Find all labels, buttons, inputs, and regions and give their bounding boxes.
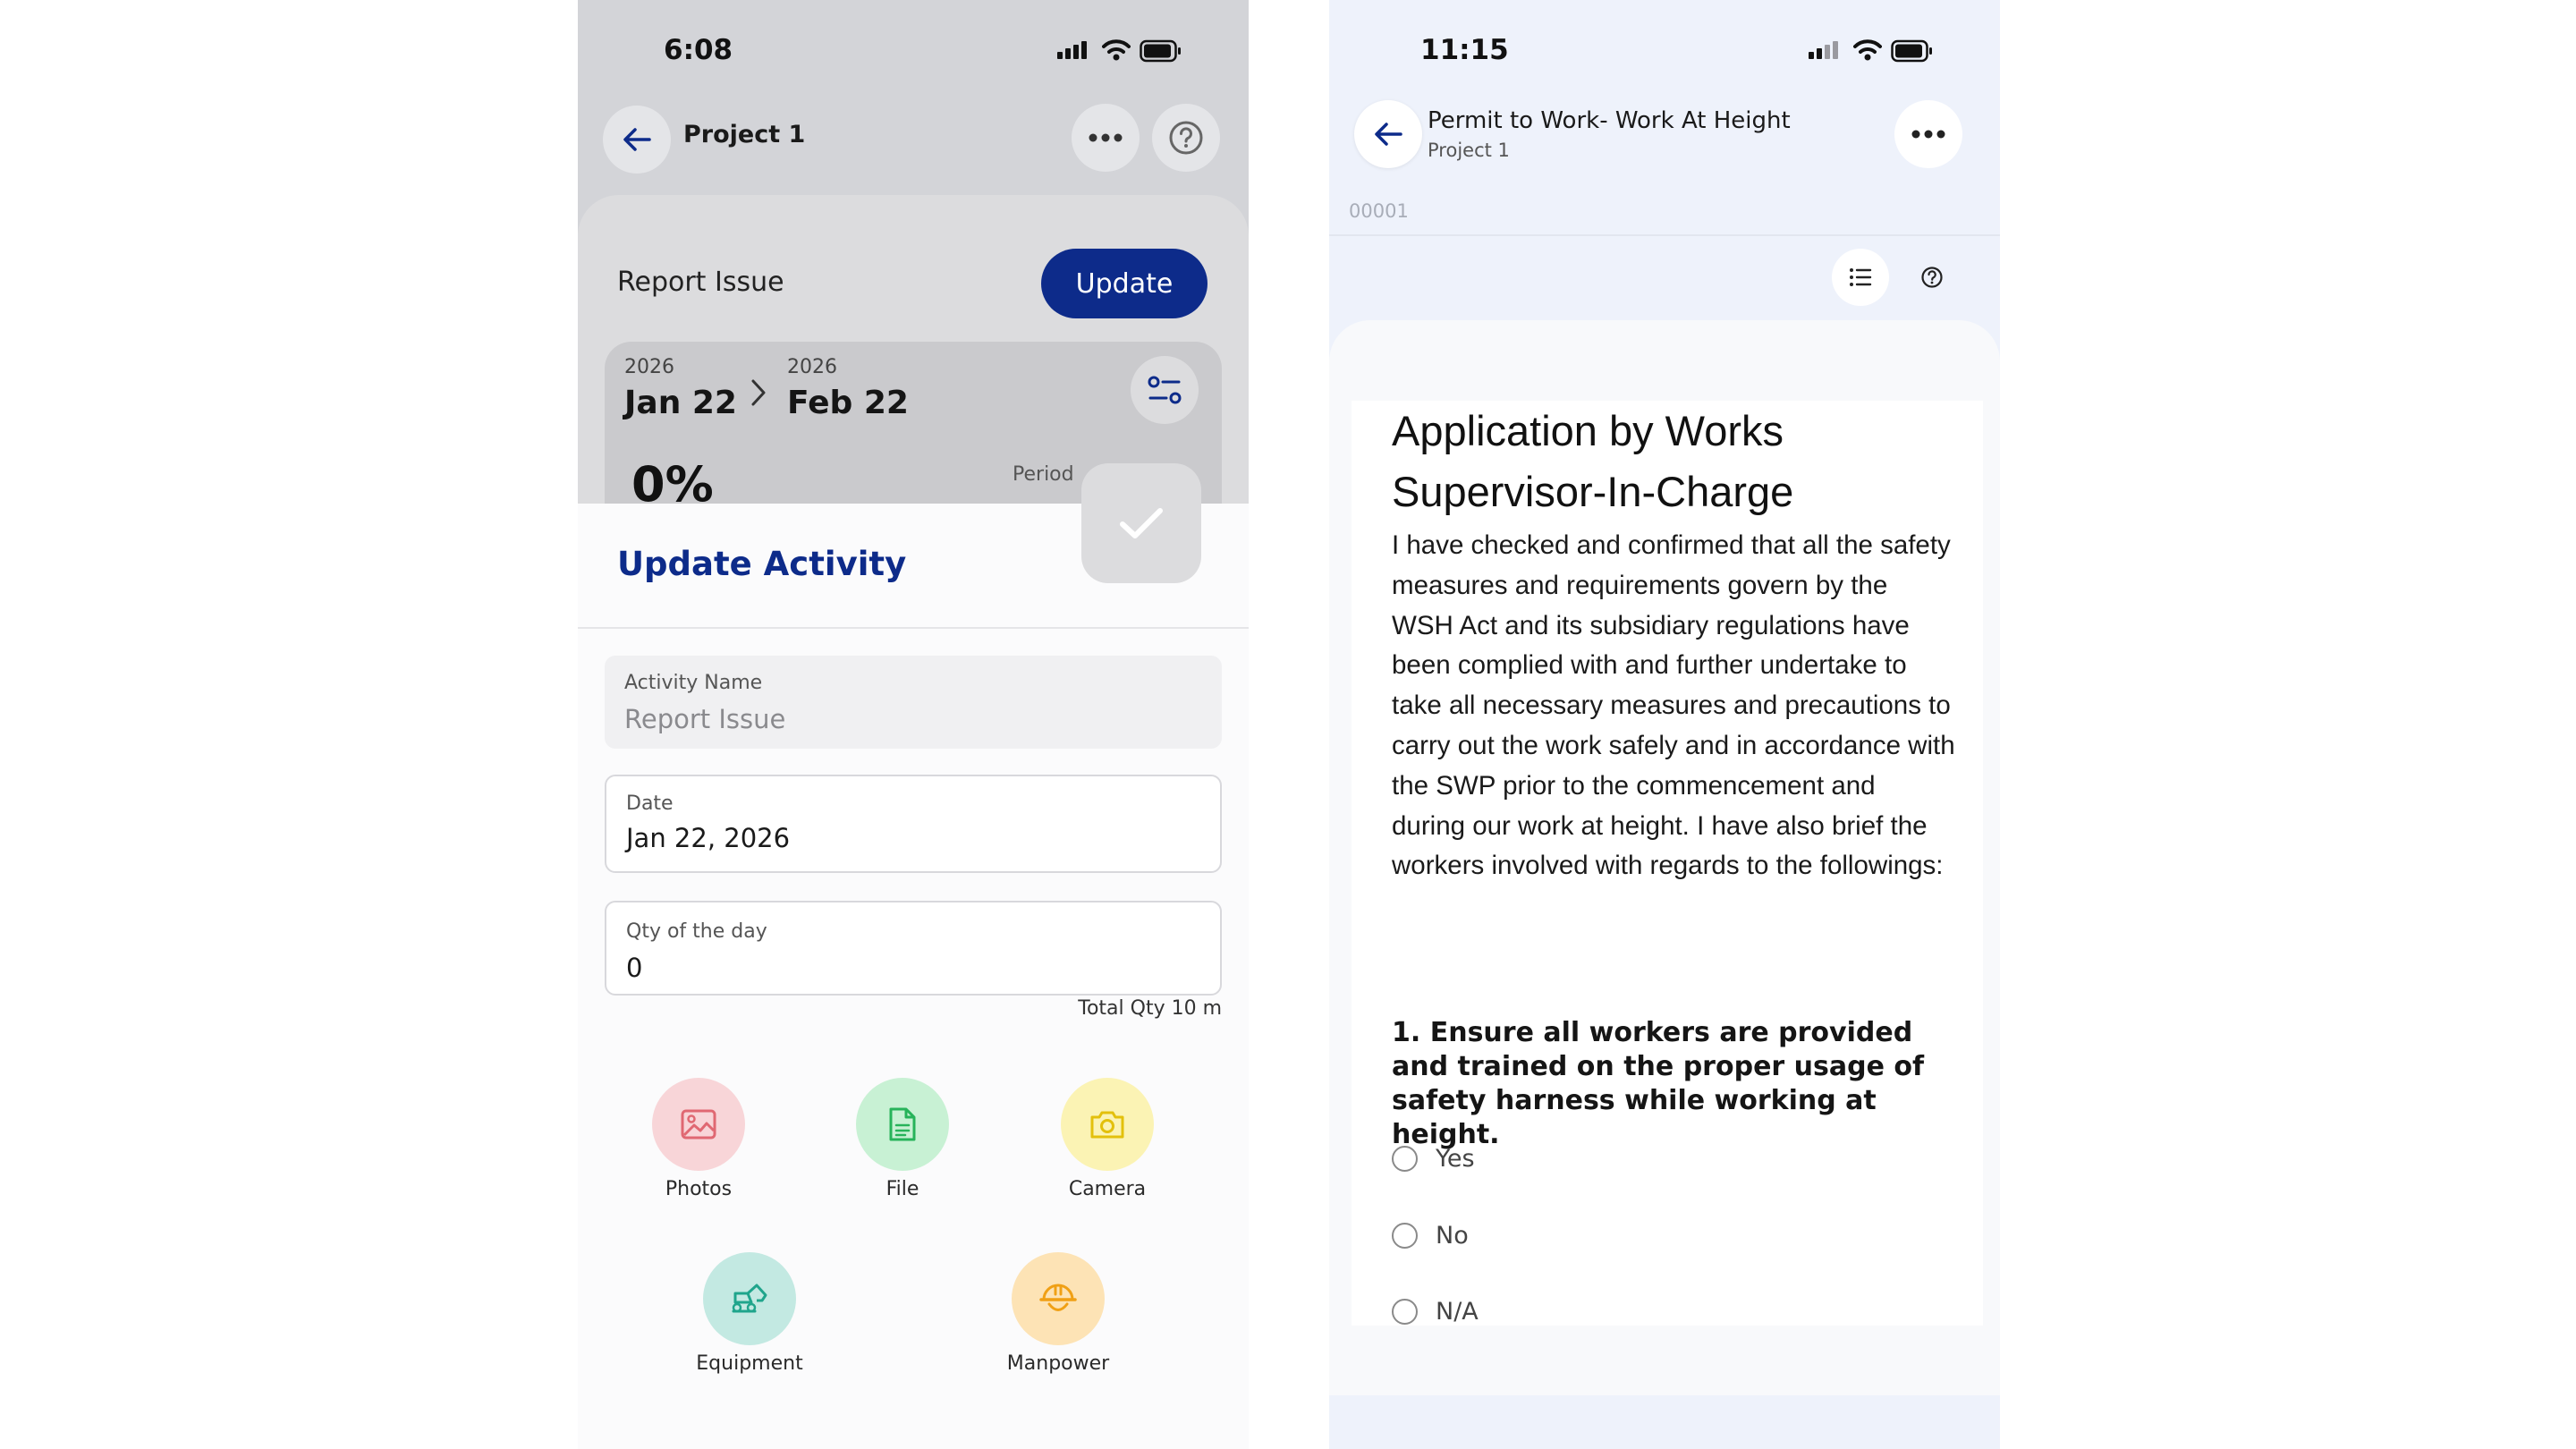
confirm-button[interactable] [1081,463,1201,583]
left-phone-screen: 6:08 Project 1 Report Issue Update 2026 … [578,0,1249,1449]
manpower-button[interactable]: Manpower [991,1252,1125,1375]
camera-label: Camera [1068,1178,1147,1200]
status-time: 6:08 [664,34,733,66]
update-activity-sheet: Update Activity Activity Name Report Iss… [578,504,1249,1449]
filter-button[interactable] [1131,356,1199,424]
more-options-button[interactable] [1894,100,1962,168]
divider [578,627,1249,629]
equipment-icon-circle [703,1252,796,1345]
sheet-title: Update Activity [617,545,907,583]
help-icon [1921,267,1943,288]
start-year: 2026 [624,356,674,378]
option-na[interactable]: N/A [1392,1298,1479,1326]
battery-icon [1891,39,1932,63]
arrow-left-icon [623,128,651,151]
option-label: No [1436,1222,1469,1250]
arrow-left-icon [1375,123,1402,146]
more-horizontal-icon [1089,133,1123,142]
start-date: Jan 22 [624,385,737,421]
option-label: Yes [1436,1145,1475,1173]
camera-icon [1090,1111,1124,1139]
photos-button[interactable]: Photos [631,1078,766,1200]
chevron-right-icon [751,379,766,406]
form-section-card: Application by Works Supervisor-In-Charg… [1352,401,1983,1326]
end-year: 2026 [787,356,837,378]
option-yes[interactable]: Yes [1392,1145,1475,1173]
question-1: 1. Ensure all workers are provided and t… [1392,1017,1925,1150]
date-label: Date [626,792,674,815]
photos-icon-circle [652,1078,745,1171]
list-icon [1850,268,1872,286]
activity-name-label: Activity Name [624,672,763,694]
file-label: File [886,1178,919,1200]
excavator-icon [732,1284,767,1313]
declaration-text: I have checked and confirmed that all th… [1392,530,1955,881]
more-options-button[interactable] [1072,104,1140,172]
total-qty: Total Qty 10 m [1078,997,1222,1020]
option-label: N/A [1436,1298,1479,1326]
more-horizontal-icon [1911,130,1945,139]
list-view-button[interactable] [1832,249,1889,306]
header-title: Project 1 [683,121,806,148]
radio-button[interactable] [1392,1223,1418,1249]
file-button[interactable]: File [835,1078,970,1200]
end-date: Feb 22 [787,385,909,421]
image-icon [681,1109,716,1140]
period-label: Period [1013,463,1074,486]
wifi-icon [1102,39,1131,61]
status-time: 11:15 [1420,34,1509,66]
file-icon [889,1107,916,1141]
qty-of-day-field[interactable]: Qty of the day 0 [605,901,1222,996]
date-value: Jan 22, 2026 [626,823,791,853]
form-content: Application by Works Supervisor-In-Charg… [1329,320,2000,1395]
back-button[interactable] [603,106,671,174]
radio-button[interactable] [1392,1299,1418,1325]
file-icon-circle [856,1078,949,1171]
help-button[interactable] [1152,104,1220,172]
wifi-icon [1853,39,1882,61]
right-phone-screen: 11:15 Permit to Work- Work At Height Pro… [1329,0,2000,1449]
battery-icon [1140,39,1181,63]
report-issue-title: Report Issue [617,267,784,298]
back-button[interactable] [1354,100,1422,168]
helmet-icon [1039,1284,1077,1311]
manpower-label: Manpower [1006,1352,1110,1375]
equipment-label: Equipment [696,1352,803,1375]
activity-card: Report Issue Update 2026 Jan 22 2026 Feb… [578,195,1249,504]
header-subtitle: Project 1 [1428,140,1510,161]
activity-name-field: Activity Name Report Issue [605,656,1222,749]
activity-name-value: Report Issue [624,704,786,734]
help-icon [1169,121,1203,155]
qty-value: 0 [626,953,643,983]
equipment-button[interactable]: Equipment [682,1252,817,1375]
help-button[interactable] [1912,258,1952,297]
camera-button[interactable]: Camera [1040,1078,1174,1200]
header-title: Permit to Work- Work At Height [1428,107,1791,134]
section-heading: Application by Works Supervisor-In-Charg… [1392,407,1794,515]
checkmark-icon [1120,508,1163,538]
document-number: 00001 [1349,200,1409,222]
camera-icon-circle [1061,1078,1154,1171]
dimmed-background: 6:08 Project 1 Report Issue Update 2026 … [578,0,1249,504]
cell-signal-icon [1809,41,1838,59]
sliders-icon [1148,376,1182,404]
photos-label: Photos [665,1178,733,1200]
divider [1329,234,2000,236]
option-no[interactable]: No [1392,1222,1469,1250]
progress-percent: 0% [631,456,714,504]
cell-signal-icon [1057,41,1087,59]
update-button[interactable]: Update [1041,249,1208,318]
qty-label: Qty of the day [626,920,767,943]
manpower-icon-circle [1012,1252,1105,1345]
date-field[interactable]: Date Jan 22, 2026 [605,775,1222,873]
radio-button[interactable] [1392,1146,1418,1172]
